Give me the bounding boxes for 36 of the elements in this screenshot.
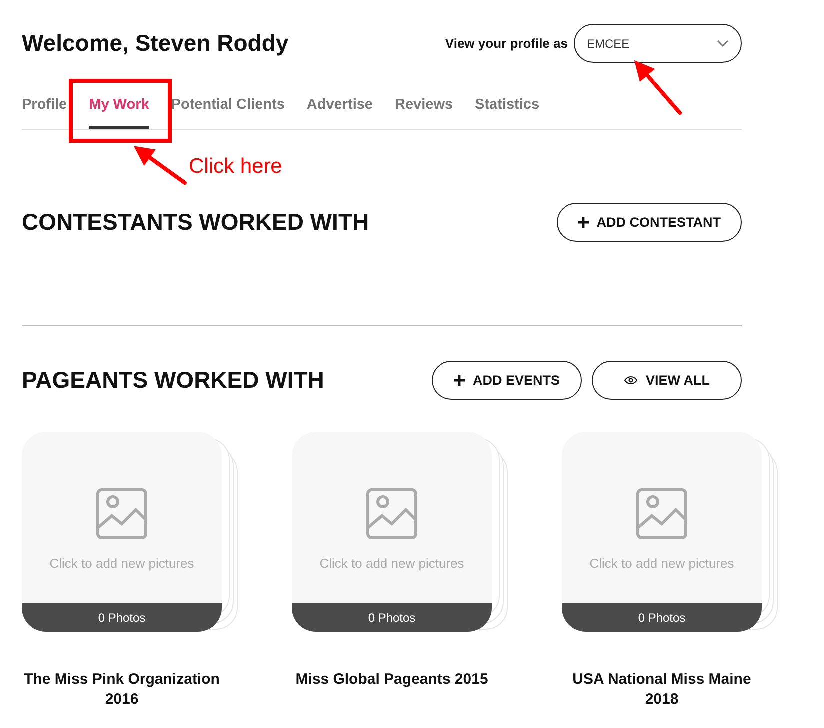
annotation-text: Click here [189, 154, 282, 178]
welcome-title: Welcome, Steven Roddy [22, 30, 289, 57]
pageant-name: Miss Global Pageants 2015 [294, 670, 490, 690]
pageant-name: USA National Miss Maine 2018 [572, 670, 752, 710]
image-icon [636, 488, 688, 540]
section-title: PAGEANTS WORKED WITH [22, 367, 324, 394]
add-contestant-button[interactable]: ADD CONTESTANT [556, 203, 742, 242]
card-hint: Click to add new pictures [320, 556, 464, 571]
view-all-button[interactable]: VIEW ALL [592, 361, 742, 400]
image-icon [96, 488, 148, 540]
chevron-icon [717, 40, 729, 48]
card-hint: Click to add new pictures [50, 556, 194, 571]
nav-tab[interactable]: Advertise [306, 87, 373, 129]
nav-tab[interactable]: Reviews [395, 87, 454, 129]
album-card[interactable]: Click to add new pictures 0 Photos [292, 432, 492, 632]
eye-icon [624, 376, 638, 385]
album-card[interactable]: Click to add new pictures 0 Photos [562, 432, 762, 632]
image-icon [366, 488, 418, 540]
plus-icon [578, 217, 589, 228]
role-dropdown[interactable]: EMCEE [574, 24, 742, 63]
nav-tab[interactable]: My Work [89, 87, 150, 129]
annotation-arrow [134, 146, 187, 185]
add-events-button[interactable]: ADD EVENTS [432, 361, 582, 400]
photo-count-bar: 0 Photos [292, 603, 492, 632]
view-as-label: View your profile as [445, 36, 568, 51]
pageant-name: The Miss Pink Organization 2016 [23, 670, 221, 710]
plus-icon [454, 375, 465, 386]
annotation-arrow [634, 60, 682, 115]
card-hint: Click to add new pictures [590, 556, 734, 571]
nav-tab[interactable]: Statistics [475, 87, 540, 129]
section-title: CONTESTANTS WORKED WITH [22, 209, 370, 236]
nav-tab[interactable]: Profile [22, 87, 68, 129]
photo-count-bar: 0 Photos [562, 603, 762, 632]
photo-count-bar: 0 Photos [22, 603, 222, 632]
nav-tab[interactable]: Potential Clients [171, 87, 285, 129]
album-card[interactable]: Click to add new pictures 0 Photos [22, 432, 222, 632]
